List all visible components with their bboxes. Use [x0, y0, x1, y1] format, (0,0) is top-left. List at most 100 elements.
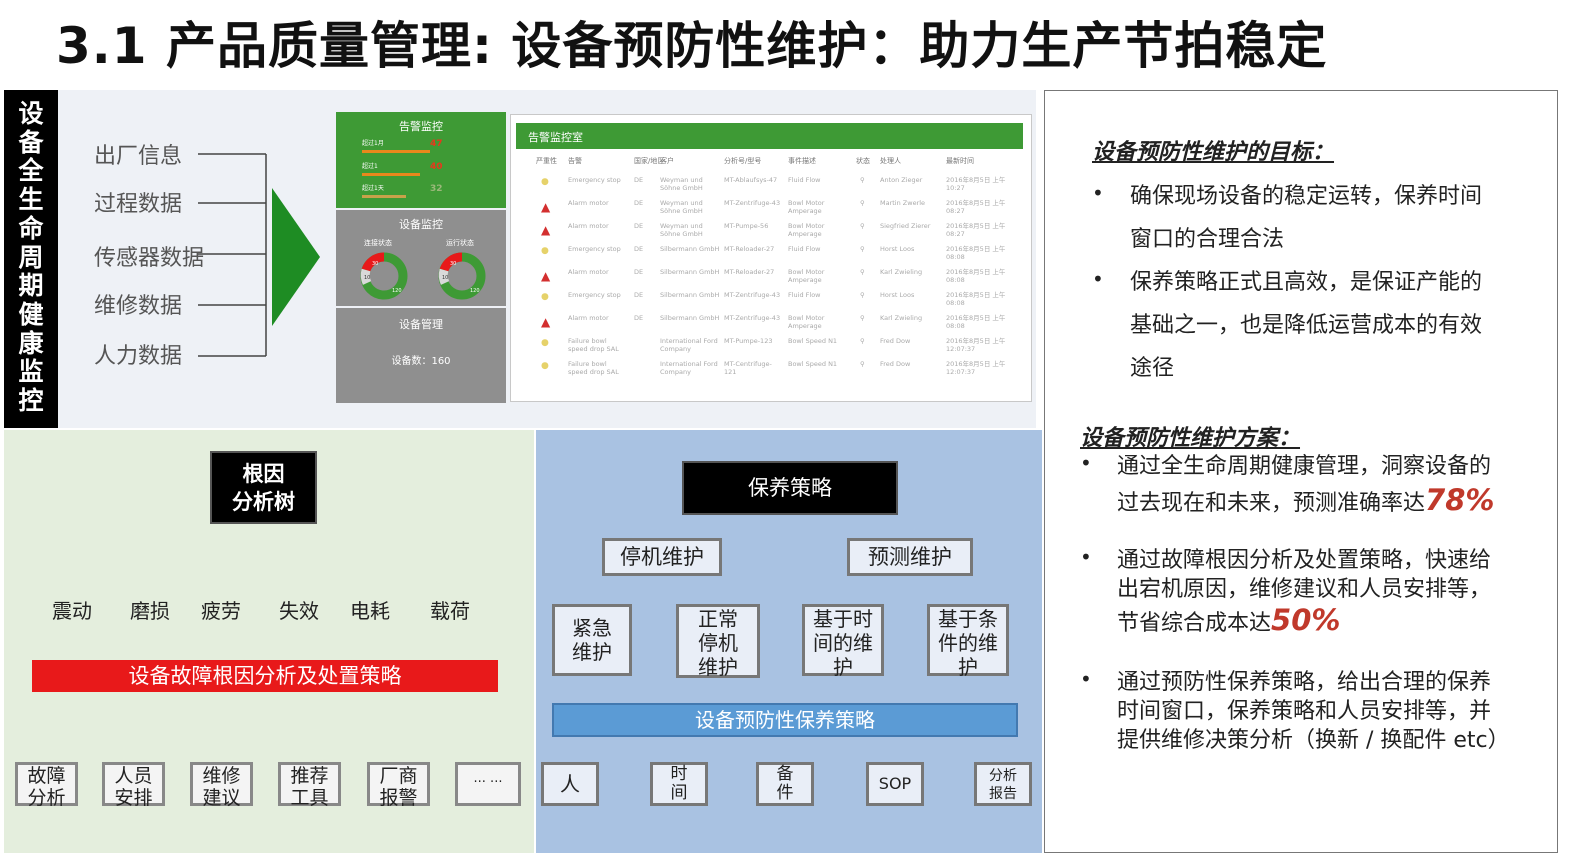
condition-based-maintenance: 基于条 件的维护	[927, 604, 1009, 679]
table-cell: MT-Ablaufsys-47	[724, 176, 778, 184]
status-icon: ⚲	[860, 268, 865, 276]
status-icon: ⚲	[860, 337, 865, 345]
predictive-maintenance: 预测维护	[847, 538, 973, 576]
table-cell: MT-Centrifuge-121	[724, 360, 772, 376]
warning-icon: ●	[541, 292, 549, 302]
table-cell: 2016年8月5日 上午08:08	[946, 245, 1006, 261]
output-line: 工具	[290, 787, 329, 809]
table-cell: Alarm motor	[568, 314, 609, 322]
cause-fatigue: 疲劳	[201, 599, 241, 623]
gauge-red-value: 30	[372, 261, 378, 267]
cause-failure: 失效	[279, 599, 319, 623]
bullet-icon: •	[1080, 667, 1092, 691]
goal-2-line-1: 保养策略正式且高效，是保证产能的	[1130, 270, 1483, 295]
table-cell: MT-Pumpe-123	[724, 337, 773, 345]
table-cell: Karl Zwieling	[880, 314, 923, 322]
table-cell: Emergency stop	[568, 176, 621, 184]
device-management-tile[interactable]: 设备管理 设备数：160	[336, 308, 506, 403]
table-cell: Fred Dow	[880, 337, 911, 345]
alarm-icon: ▲	[541, 315, 551, 329]
plan-3-line-1: 通过预防性保养策略，给出合理的保养	[1117, 670, 1492, 695]
output-line: 人	[560, 772, 580, 796]
gauge-gray-value: 10	[364, 275, 370, 281]
device-count: 设备数：160	[391, 356, 451, 367]
table-cell: Fluid Flow	[788, 245, 821, 253]
output-people: 人	[541, 762, 599, 806]
table-cell: 2016年8月5日 上午08:08	[946, 314, 1006, 330]
gauge-gray-value: 10	[442, 275, 448, 281]
bullet-icon: •	[1080, 545, 1092, 569]
table-header: 严重性	[536, 157, 557, 165]
output-repair-advice: 维修 建议	[190, 762, 253, 809]
output-line: 推荐	[290, 765, 329, 787]
table-cell: 2016年8月5日 上午08:08	[946, 268, 1006, 284]
table-cell: 2016年8月5日 上午10:27	[946, 176, 1006, 192]
plan-3-line-3: 提供维修决策分析（换新 / 换配件 etc）	[1117, 728, 1510, 753]
table-cell: Failure bowl speed drop SAL	[568, 337, 619, 353]
table-header: 状态	[856, 157, 870, 165]
table-cell: MT-Zentrifuge-43	[724, 199, 781, 207]
plan-1-line-1: 通过全生命周期健康管理，洞察设备的	[1117, 454, 1492, 479]
output-line: 分析	[989, 768, 1017, 784]
alert-tile[interactable]: 告警监控	[336, 112, 506, 208]
alert-label: 超过1月	[362, 140, 384, 147]
time-based-maintenance: 基于时 间的维护	[802, 604, 884, 679]
goal-heading: 设备预防性维护的目标：	[1092, 140, 1335, 165]
output-recommended-tools: 推荐 工具	[278, 762, 341, 809]
status-icon: ⚲	[860, 291, 865, 299]
output-fault-analysis: 故障 分析	[15, 762, 78, 809]
warning-icon: ●	[541, 361, 549, 371]
table-cell: MT-Pumpe-56	[724, 222, 769, 230]
status-icon: ⚲	[860, 222, 865, 230]
bullet-icon: •	[1092, 267, 1104, 291]
running-gauge: 30 10 120	[438, 252, 486, 300]
output-line: 维修	[202, 765, 241, 787]
plan-2-line-1: 通过故障根因分析及处置策略，快速给	[1117, 548, 1492, 573]
gauge-red-value: 30	[450, 261, 456, 267]
table-cell: Bowl Speed N1	[788, 337, 838, 345]
cost-saving-highlight: 50%	[1271, 603, 1341, 637]
table-cell: Horst Loos	[880, 245, 915, 253]
table-cell: Bowl Motor Amperage	[788, 268, 825, 284]
output-spare-parts: 备件	[756, 762, 814, 806]
status-icon: ⚲	[860, 245, 865, 253]
root-cause-strategy-bar: 设备故障根因分析及处置策略	[32, 660, 498, 692]
leaf-line: 件的维	[938, 631, 998, 655]
output-sop: SOP	[866, 762, 924, 806]
device-monitor-title: 设备监控	[399, 218, 443, 231]
plan-1-text: 过去现在和未来，预测准确率达	[1117, 491, 1426, 516]
table-cell: Silbermann GmbH	[660, 245, 720, 253]
table-cell: Failure bowl speed drop SAL	[568, 360, 619, 376]
alert-bar	[362, 173, 420, 176]
table-cell: 2016年8月5日 上午08:27	[946, 222, 1006, 238]
cause-load: 载荷	[430, 599, 470, 623]
root-cause-title: 根因	[242, 462, 285, 486]
table-cell: Fluid Flow	[788, 291, 821, 299]
table-cell: MT-Reloader-27	[724, 245, 775, 253]
leaf-line: 护	[958, 655, 978, 679]
table-cell: Emergency stop	[568, 245, 621, 253]
plan-3-line-2: 时间窗口，保养策略和人员安排等，并	[1117, 699, 1492, 724]
plan-2-line-3: 节省综合成本达50%	[1117, 603, 1340, 637]
alert-bar	[362, 150, 430, 153]
table-header: 最新时间	[946, 157, 974, 165]
bullet-icon: •	[1080, 451, 1092, 475]
gauge-green-value: 120	[470, 288, 480, 294]
alert-value: 32	[430, 184, 443, 194]
root-cause-tree-box: 根因 分析树	[210, 451, 317, 524]
bullet-icon: •	[1092, 181, 1104, 205]
table-cell: Weyman und Söhne GmbH	[660, 222, 703, 238]
output-line: 间	[670, 783, 688, 803]
output-line: 报警	[379, 787, 418, 809]
output-line: SOP	[878, 774, 912, 793]
alarm-icon: ▲	[541, 200, 551, 214]
output-line: 报告	[989, 786, 1017, 802]
alert-value: 47	[430, 139, 443, 149]
table-cell: Anton Zieger	[880, 176, 923, 184]
table-header: 事件描述	[788, 157, 816, 165]
leaf-line: 停机	[698, 631, 738, 655]
downtime-maintenance: 停机维护	[602, 538, 722, 576]
leaf-line: 护	[833, 655, 853, 679]
gauge-label: 连接状态	[364, 239, 392, 247]
output-line: 厂商	[379, 765, 418, 787]
